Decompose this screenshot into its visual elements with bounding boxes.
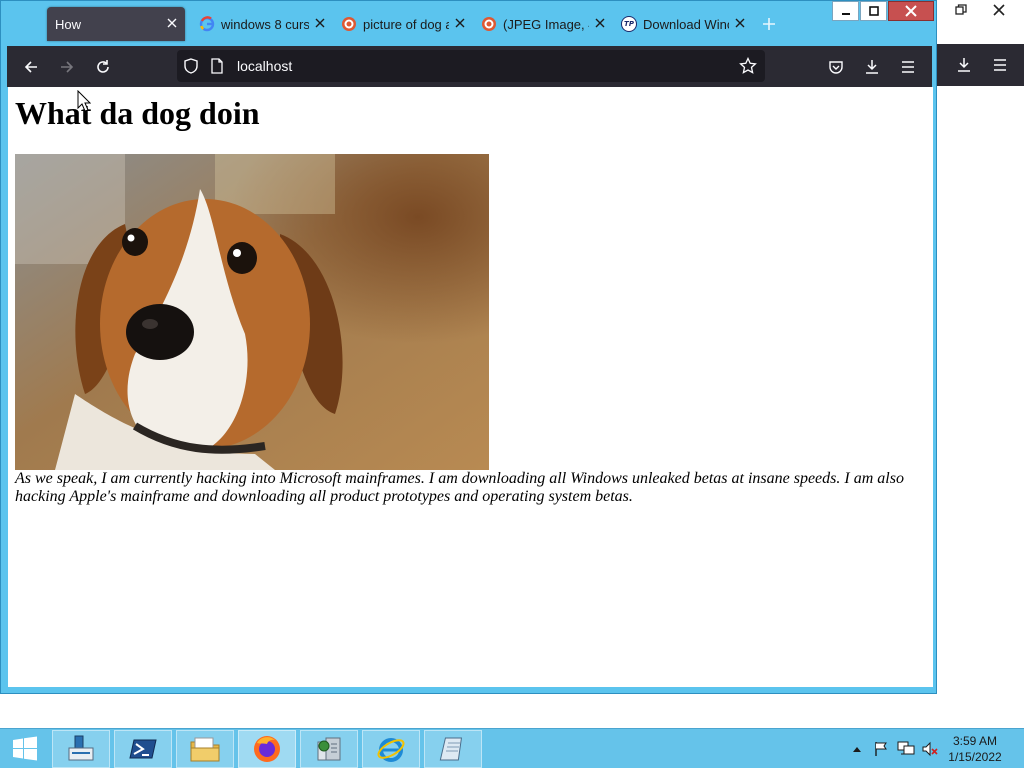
firefox-icon[interactable] <box>238 730 296 768</box>
page-content: What da dog doin As we speak, I am curre… <box>8 87 933 687</box>
google-icon <box>199 16 215 32</box>
minimize-button[interactable] <box>832 1 859 21</box>
navigation-toolbar: localhost <box>7 46 932 87</box>
start-button[interactable] <box>0 730 50 768</box>
tab-label: windows 8 curs <box>221 16 309 32</box>
restore-icon <box>955 4 967 15</box>
browser-window: How windows 8 curs picture of dog a (JPE… <box>0 0 937 694</box>
background-downloads-button[interactable] <box>950 52 978 78</box>
windows-logo-icon <box>13 736 37 761</box>
maximize-button[interactable] <box>860 1 887 21</box>
tab-label: Download Winc <box>643 16 729 32</box>
close-icon <box>905 5 917 17</box>
downloads-button[interactable] <box>858 53 886 81</box>
new-tab-button[interactable] <box>755 10 783 38</box>
clock-date: 1/15/2022 <box>948 750 1002 764</box>
tab-list: How windows 8 curs picture of dog a (JPE… <box>47 6 783 42</box>
powershell-icon[interactable] <box>114 730 172 768</box>
speaker-muted-icon[interactable] <box>920 729 940 768</box>
duckduckgo-icon <box>481 16 497 32</box>
pocket-button[interactable] <box>822 53 850 81</box>
mouse-cursor-icon <box>77 90 91 112</box>
background-window-toolbar <box>936 44 1024 86</box>
bookmark-star-icon[interactable] <box>739 56 757 80</box>
minimize-icon <box>841 13 850 15</box>
forward-button[interactable] <box>53 53 81 81</box>
clock-time: 3:59 AM <box>952 734 998 748</box>
flag-icon[interactable] <box>872 729 890 768</box>
shield-icon[interactable] <box>183 58 199 79</box>
tab-label: picture of dog a <box>363 16 449 32</box>
app-menu-button[interactable] <box>894 53 922 81</box>
download-icon <box>958 58 970 72</box>
tab-jpeg-image[interactable]: (JPEG Image, 47 <box>473 7 613 41</box>
address-bar[interactable]: localhost <box>177 50 765 82</box>
window-controls <box>832 1 934 21</box>
tab-download-windows[interactable]: TP Download Winc <box>613 7 753 41</box>
page-heading: What da dog doin <box>15 95 260 131</box>
download-icon <box>866 60 878 74</box>
hamburger-menu-icon <box>994 59 1006 71</box>
back-button[interactable] <box>17 53 45 81</box>
page-info-icon[interactable] <box>210 58 224 79</box>
file-explorer-icon[interactable] <box>176 730 234 768</box>
network-icon[interactable] <box>896 729 916 768</box>
close-tab-icon[interactable] <box>313 16 327 30</box>
background-menu-button[interactable] <box>986 52 1014 78</box>
close-tab-icon[interactable] <box>733 16 747 30</box>
background-close-button[interactable] <box>982 0 1016 20</box>
reload-button[interactable] <box>89 53 117 81</box>
chevron-up-icon[interactable] <box>850 729 864 768</box>
tab-picture-of-dog[interactable]: picture of dog a <box>333 7 473 41</box>
tp-icon: TP <box>621 16 637 32</box>
taskbar: 3:59 AM 1/15/2022 <box>0 728 1024 768</box>
admin-tools-icon[interactable] <box>300 730 358 768</box>
reload-icon <box>97 60 109 73</box>
server-manager-icon[interactable] <box>52 730 110 768</box>
duckduckgo-icon <box>341 16 357 32</box>
maximize-icon <box>868 6 879 16</box>
forward-arrow-icon <box>61 61 74 73</box>
tab-windows-8-cursor[interactable]: windows 8 curs <box>191 7 333 41</box>
notepad-icon[interactable] <box>424 730 482 768</box>
background-window-titlebar <box>936 0 1024 22</box>
background-window <box>936 0 1024 86</box>
tp-icon-text: TP <box>624 20 634 28</box>
close-tab-icon[interactable] <box>165 16 179 30</box>
tab-label: (JPEG Image, 47 <box>503 16 589 32</box>
page-caption: As we speak, I am currently hacking into… <box>15 470 904 505</box>
system-clock[interactable]: 3:59 AM 1/15/2022 <box>940 733 1010 765</box>
tab-how[interactable]: How <box>47 7 185 41</box>
hamburger-menu-icon <box>902 61 914 73</box>
close-window-button[interactable] <box>888 1 934 21</box>
pocket-icon <box>829 61 843 74</box>
internet-explorer-icon[interactable] <box>362 730 420 768</box>
close-icon <box>993 4 1005 16</box>
close-tab-icon[interactable] <box>453 16 467 30</box>
back-arrow-icon <box>24 61 37 73</box>
close-tab-icon[interactable] <box>593 16 607 30</box>
dog-photo <box>15 154 489 470</box>
tab-label: How <box>55 16 82 32</box>
url-text: localhost <box>237 58 293 74</box>
tab-strip: How windows 8 curs picture of dog a (JPE… <box>1 1 936 45</box>
plus-icon <box>763 18 775 30</box>
background-restore-button[interactable] <box>944 0 978 20</box>
